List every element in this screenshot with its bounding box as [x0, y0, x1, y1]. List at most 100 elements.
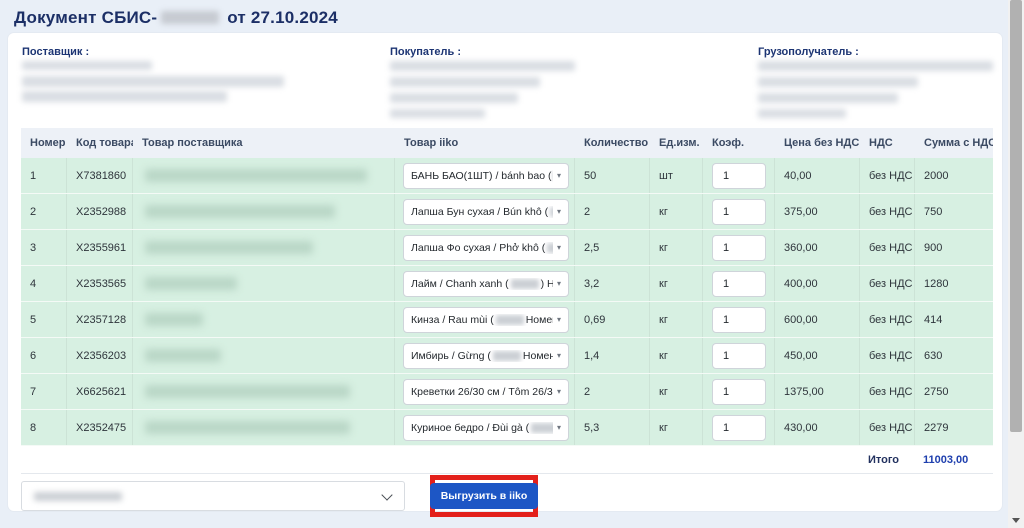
cell-price-without-vat: 360,00 — [775, 230, 860, 265]
cell-supplier-product — [133, 194, 395, 229]
cell-number: 2 — [21, 194, 67, 229]
dropdown-caret-icon: ▾ — [557, 243, 561, 252]
document-card: Поставщик : Покупатель : Грузополучатель… — [8, 33, 1002, 511]
cell-vat: без НДС — [860, 230, 915, 265]
export-target-select[interactable] — [21, 481, 405, 511]
cell-unit: кг — [650, 230, 703, 265]
coefficient-input[interactable]: 1 — [712, 379, 766, 405]
cell-supplier-product — [133, 410, 395, 445]
iiko-product-dropdown[interactable]: БАНЬ БАО(1ШТ) / bánh bao (... ▾ — [403, 163, 569, 189]
export-to-iiko-button[interactable]: Выгрузить в iiko — [430, 483, 539, 509]
cell-vat: без НДС — [860, 410, 915, 445]
red-highlight-annotation: Выгрузить в iiko — [430, 475, 538, 517]
cell-product-code: X2355961 — [67, 230, 133, 265]
cell-vat: без НДС — [860, 374, 915, 409]
cell-sum-with-vat: 630 — [915, 338, 993, 373]
table-header-row: НомерКод товараТовар поставщикаТовар iik… — [21, 128, 993, 158]
cell-supplier-product — [133, 230, 395, 265]
dropdown-caret-icon: ▾ — [557, 387, 561, 396]
cell-iiko-product: Имбирь / Gừng (Номенклатур... ▾ — [395, 338, 575, 373]
cell-iiko-product: БАНЬ БАО(1ШТ) / bánh bao (... ▾ — [395, 158, 575, 193]
consignee-section: Грузополучатель : — [758, 46, 859, 58]
cell-unit: кг — [650, 266, 703, 301]
page-title-suffix: от 27.10.2024 — [227, 8, 338, 27]
table-body: 1 X7381860 БАНЬ БАО(1ШТ) / bánh bao (...… — [21, 158, 993, 446]
redacted-supplier-line — [22, 61, 152, 70]
table-row: 3 X2355961 Лапша Фо сухая / Phở khô () Н… — [21, 230, 993, 266]
cell-quantity: 2,5 — [575, 230, 650, 265]
cell-supplier-product — [133, 374, 395, 409]
items-table: НомерКод товараТовар поставщикаТовар iik… — [21, 128, 993, 471]
cell-number: 8 — [21, 410, 67, 445]
cell-quantity: 0,69 — [575, 302, 650, 337]
cell-sum-with-vat: 2000 — [915, 158, 993, 193]
redacted-iiko-fragment — [493, 351, 521, 361]
cell-product-code: X7381860 — [67, 158, 133, 193]
redacted-supplier-line — [22, 76, 284, 87]
page-title: Документ СБИС-от 27.10.2024 — [14, 8, 338, 28]
cell-unit: кг — [650, 410, 703, 445]
bottom-bar: Выгрузить в iiko — [21, 479, 993, 511]
redacted-consignee-line — [758, 77, 918, 87]
cell-supplier-product — [133, 338, 395, 373]
coefficient-input[interactable]: 1 — [712, 415, 766, 441]
vertical-scrollbar[interactable] — [1008, 0, 1024, 528]
iiko-product-dropdown[interactable]: Кинза / Rau mùi (Номенклату... ▾ — [403, 307, 569, 333]
buyer-label: Покупатель : — [390, 46, 461, 58]
coefficient-input[interactable]: 1 — [712, 235, 766, 261]
cell-iiko-product: Кинза / Rau mùi (Номенклату... ▾ — [395, 302, 575, 337]
scrollbar-down-arrow-icon[interactable] — [1012, 518, 1020, 523]
cell-unit: кг — [650, 338, 703, 373]
redacted-supplier-product — [145, 385, 350, 398]
table-row: 5 X2357128 Кинза / Rau mùi (Номенклату..… — [21, 302, 993, 338]
iiko-product-dropdown[interactable]: Лапша Фо сухая / Phở khô () Н... ▾ — [403, 235, 569, 261]
cell-vat: без НДС — [860, 302, 915, 337]
cell-price-without-vat: 40,00 — [775, 158, 860, 193]
cell-iiko-product: Лапша Бун сухая / Bún khô (Н... ▾ — [395, 194, 575, 229]
coefficient-input[interactable]: 1 — [712, 343, 766, 369]
column-header: Коэф. — [703, 137, 775, 149]
dropdown-caret-icon: ▾ — [557, 207, 561, 216]
redacted-consignee-line — [758, 109, 846, 118]
cell-quantity: 3,2 — [575, 266, 650, 301]
iiko-product-text: Лапша Фо сухая / Phở khô () Н... — [411, 242, 553, 254]
redacted-buyer-line — [390, 61, 575, 71]
cell-vat: без НДС — [860, 266, 915, 301]
redacted-select-value — [34, 492, 122, 501]
cell-coefficient: 1 — [703, 266, 775, 301]
cell-product-code: X2352475 — [67, 410, 133, 445]
column-header: Ед.изм. — [650, 137, 703, 149]
coefficient-input[interactable]: 1 — [712, 163, 766, 189]
cell-vat: без НДС — [860, 338, 915, 373]
cell-quantity: 2 — [575, 194, 650, 229]
iiko-product-dropdown[interactable]: Лапша Бун сухая / Bún khô (Н... ▾ — [403, 199, 569, 225]
cell-quantity: 1,4 — [575, 338, 650, 373]
cell-product-code: X2357128 — [67, 302, 133, 337]
cell-product-code: X6625621 — [67, 374, 133, 409]
table-row: 8 X2352475 Куриное бедро / Đùi gà (Номе.… — [21, 410, 993, 446]
iiko-product-text: Имбирь / Gừng (Номенклатур... — [411, 350, 553, 362]
cell-coefficient: 1 — [703, 158, 775, 193]
cell-price-without-vat: 1375,00 — [775, 374, 860, 409]
redacted-document-number — [161, 11, 219, 24]
cell-vat: без НДС — [860, 158, 915, 193]
table-footer-row: Итого 11003,00 — [21, 449, 993, 471]
iiko-product-dropdown[interactable]: Имбирь / Gừng (Номенклатур... ▾ — [403, 343, 569, 369]
cell-unit: кг — [650, 194, 703, 229]
redacted-supplier-product — [145, 169, 367, 182]
iiko-product-dropdown[interactable]: Куриное бедро / Đùi gà (Номе... ▾ — [403, 415, 569, 441]
iiko-product-text: Креветки 26/30 см / Tôm 26/30 đôn... — [411, 386, 553, 398]
column-header: Товар поставщика — [133, 137, 395, 149]
page-title-prefix: Документ СБИС- — [14, 8, 157, 27]
dropdown-caret-icon: ▾ — [557, 351, 561, 360]
redacted-consignee-line — [758, 61, 993, 71]
cell-iiko-product: Креветки 26/30 см / Tôm 26/30 đôn... ▾ — [395, 374, 575, 409]
iiko-product-dropdown[interactable]: Креветки 26/30 см / Tôm 26/30 đôn... ▾ — [403, 379, 569, 405]
coefficient-input[interactable]: 1 — [712, 271, 766, 297]
cell-unit: кг — [650, 302, 703, 337]
cell-quantity: 50 — [575, 158, 650, 193]
coefficient-input[interactable]: 1 — [712, 199, 766, 225]
scrollbar-thumb[interactable] — [1010, 0, 1022, 432]
coefficient-input[interactable]: 1 — [712, 307, 766, 333]
iiko-product-dropdown[interactable]: Лайм / Chanh xanh () Номенкл... ▾ — [403, 271, 569, 297]
